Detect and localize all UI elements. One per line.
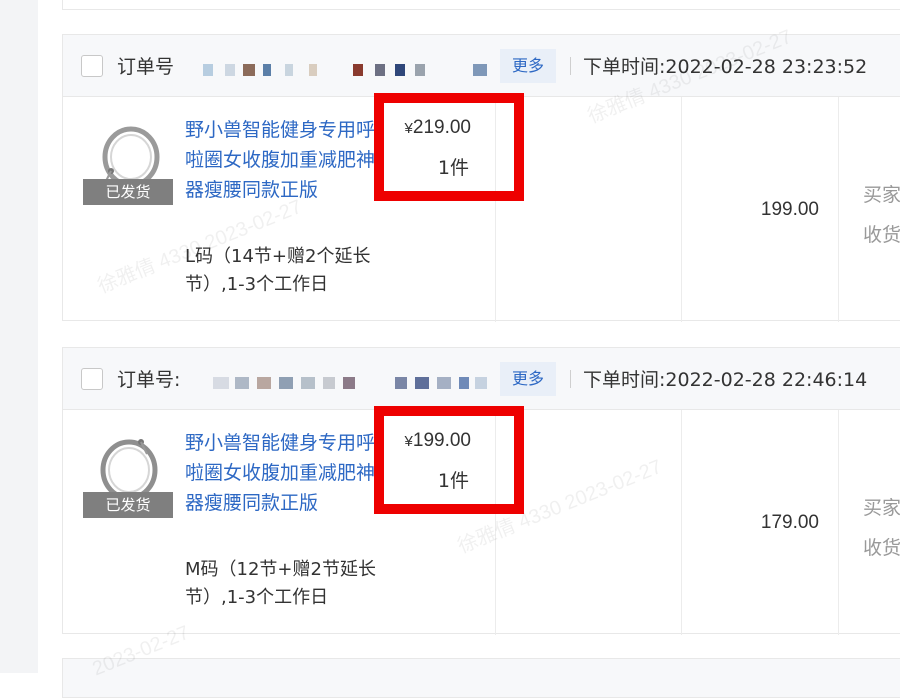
more-button[interactable]: 更多 — [500, 49, 556, 83]
receipt-text: 收货 — [863, 224, 900, 246]
order-header: 订单号 更多 下单时间:2022-02-28 23:23:52 — [63, 35, 900, 97]
order-number-redacted — [203, 64, 493, 76]
next-order-card — [62, 658, 900, 698]
order-time-label: 下单时间: — [583, 369, 666, 391]
header-divider — [570, 57, 571, 75]
left-rail — [0, 0, 38, 673]
order-select-checkbox[interactable] — [81, 368, 103, 390]
column-divider — [838, 97, 839, 322]
order-time-label: 下单时间: — [583, 56, 666, 78]
order-number-label: 订单号: — [117, 369, 181, 391]
shipped-status-badge: 已发货 — [83, 492, 173, 518]
order-time: 下单时间:2022-02-28 22:46:14 — [583, 365, 867, 392]
buyer-text: 买家 — [863, 497, 900, 519]
receipt-text: 收货 — [863, 537, 900, 559]
order-number-label: 订单号 — [117, 56, 175, 78]
order-select-checkbox[interactable] — [81, 55, 103, 77]
order-time: 下单时间:2022-02-28 23:23:52 — [583, 52, 867, 79]
previous-order-card — [62, 0, 900, 10]
buyer-text: 买家 — [863, 184, 900, 206]
product-title-link[interactable]: 野小兽智能健身专用呼啦圈女收腹加重减肥神器瘦腰同款正版 — [185, 115, 385, 205]
red-highlight-box — [374, 93, 524, 201]
product-spec: M码（12节+赠2节延长节）,1-3个工作日 — [185, 559, 376, 608]
order-item-row: 已发货 野小兽智能健身专用呼啦圈女收腹加重减肥神器瘦腰同款正版 M码（12节+赠… — [63, 406, 900, 635]
buyer-column-text: 买家 收货 — [863, 488, 900, 568]
header-divider — [570, 370, 571, 388]
order-card: 订单号: 更多 下单时间:2022-02-28 22:46:14 已发货 野小兽… — [62, 347, 900, 635]
shipped-status-badge: 已发货 — [83, 179, 173, 205]
column-divider — [838, 410, 839, 635]
order-header: 订单号: 更多 下单时间:2022-02-28 22:46:14 — [63, 348, 900, 410]
paid-amount: 199.00 — [760, 199, 819, 220]
order-time-value: 2022-02-28 23:23:52 — [665, 56, 868, 78]
product-title-link[interactable]: 野小兽智能健身专用呼啦圈女收腹加重减肥神器瘦腰同款正版 — [185, 428, 385, 518]
order-item-row: 已发货 野小兽智能健身专用呼啦圈女收腹加重减肥神器瘦腰同款正版 L码（14节+赠… — [63, 93, 900, 322]
buyer-column-text: 买家 收货 — [863, 175, 900, 255]
order-card: 订单号 更多 下单时间:2022-02-28 23:23:52 已发货 野小兽智… — [62, 34, 900, 322]
order-number-redacted — [213, 377, 503, 389]
order-time-value: 2022-02-28 22:46:14 — [665, 369, 868, 391]
red-highlight-box — [374, 406, 524, 514]
product-spec: L码（14节+赠2个延长节）,1-3个工作日 — [185, 246, 371, 295]
more-button[interactable]: 更多 — [500, 362, 556, 396]
paid-amount: 179.00 — [760, 512, 819, 533]
